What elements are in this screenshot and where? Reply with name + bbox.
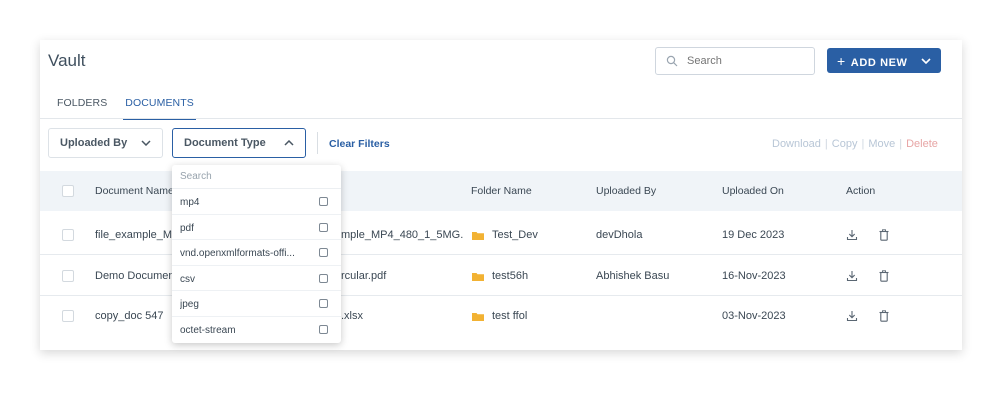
document-name-cell-tail: .xlsx: [341, 310, 363, 322]
dropdown-option-label: octet-stream: [180, 325, 236, 336]
add-new-label: ADD NEW: [850, 56, 908, 69]
column-uploaded-by: Uploaded By: [596, 185, 657, 197]
tab-bar: FOLDERS DOCUMENTS: [57, 95, 212, 120]
uploaded-on-cell: 19 Dec 2023: [722, 229, 785, 241]
trash-icon[interactable]: [878, 310, 890, 322]
dropdown-search-input[interactable]: Search: [172, 165, 341, 189]
folder-name-cell[interactable]: Test_Dev: [492, 229, 538, 241]
tabs-divider: [40, 118, 962, 119]
uploaded-by-cell: devDhola: [596, 229, 643, 241]
chevron-down-icon: [141, 140, 151, 146]
dropdown-option-label: mp4: [180, 197, 200, 208]
panel-top-fade: [40, 40, 962, 54]
tab-folders[interactable]: FOLDERS: [57, 95, 107, 120]
column-document-name: Document Name: [95, 185, 174, 197]
dropdown-option-csv[interactable]: csv: [172, 266, 341, 292]
document-type-dropdown: Search mp4 pdf vnd.openxmlformats-offi..…: [172, 165, 341, 343]
dropdown-option-checkbox[interactable]: [319, 325, 328, 334]
trash-icon[interactable]: [878, 270, 890, 282]
column-uploaded-on: Uploaded On: [722, 185, 784, 197]
dropdown-option-checkbox[interactable]: [319, 197, 328, 206]
dropdown-option-label: vnd.openxmlformats-offi...: [180, 248, 295, 260]
document-type-filter[interactable]: Document Type: [172, 128, 306, 158]
document-type-filter-label: Document Type: [184, 137, 266, 149]
dropdown-option-label: jpeg: [180, 299, 199, 311]
action-separator: |: [824, 138, 828, 150]
row-checkbox[interactable]: [62, 310, 74, 322]
uploaded-by-filter[interactable]: Uploaded By: [48, 128, 163, 158]
bulk-actions: Download | Copy | Move | Delete: [770, 138, 940, 150]
dropdown-option-checkbox[interactable]: [319, 299, 328, 309]
folder-icon: [472, 232, 484, 240]
dropdown-option-label: csv: [180, 273, 195, 285]
download-icon[interactable]: [846, 310, 858, 322]
document-name-cell-tail: rcular.pdf: [341, 270, 387, 282]
dropdown-option-checkbox[interactable]: [319, 248, 328, 258]
search-input[interactable]: [687, 55, 802, 67]
folder-name-cell[interactable]: test ffol: [492, 310, 527, 322]
chevron-down-icon: [921, 57, 931, 64]
dropdown-option-octet-stream[interactable]: octet-stream: [172, 317, 341, 343]
dropdown-option-mp4[interactable]: mp4: [172, 189, 341, 215]
document-name-cell-tail: mple_MP4_480_1_5MG.: [341, 229, 464, 241]
document-name-cell[interactable]: Demo Documen: [95, 270, 174, 282]
uploaded-on-cell: 16-Nov-2023: [722, 270, 786, 282]
row-checkbox[interactable]: [62, 229, 74, 241]
dropdown-option-checkbox[interactable]: [319, 273, 328, 283]
action-separator: |: [899, 138, 903, 150]
chevron-up-icon: [284, 140, 294, 146]
uploaded-by-filter-label: Uploaded By: [60, 137, 128, 149]
column-folder-name: Folder Name: [471, 185, 532, 197]
filter-divider: [317, 132, 318, 154]
trash-icon[interactable]: [878, 229, 890, 241]
uploaded-on-cell: 03-Nov-2023: [722, 310, 786, 322]
dropdown-option-jpeg[interactable]: jpeg: [172, 291, 341, 317]
dropdown-option-pdf[interactable]: pdf: [172, 215, 341, 241]
folder-icon: [472, 313, 484, 321]
folder-name-cell[interactable]: test56h: [492, 270, 528, 282]
document-name-cell[interactable]: copy_doc 547: [95, 310, 164, 322]
tab-documents[interactable]: DOCUMENTS: [123, 95, 196, 120]
uploaded-by-cell: Abhishek Basu: [596, 270, 670, 282]
dropdown-option-label: pdf: [180, 222, 194, 234]
page-title: Vault: [48, 51, 86, 70]
clear-filters-link[interactable]: Clear Filters: [329, 138, 390, 150]
action-separator: |: [861, 138, 865, 150]
move-action[interactable]: Move: [866, 138, 897, 150]
copy-action[interactable]: Copy: [830, 138, 860, 150]
document-name-cell[interactable]: file_example_MI: [95, 229, 175, 241]
download-icon[interactable]: [846, 270, 858, 282]
add-new-content: + ADD NEW: [837, 53, 908, 69]
download-icon[interactable]: [846, 229, 858, 241]
folder-icon: [472, 273, 484, 281]
search-icon: [666, 55, 678, 67]
dropdown-option-checkbox[interactable]: [319, 222, 328, 232]
delete-action[interactable]: Delete: [904, 138, 940, 150]
add-new-button[interactable]: + ADD NEW: [827, 48, 941, 73]
download-action[interactable]: Download: [770, 138, 823, 150]
search-box[interactable]: [655, 47, 815, 75]
select-all-checkbox[interactable]: [62, 185, 74, 197]
plus-icon: +: [837, 52, 846, 69]
dropdown-option-openxml[interactable]: vnd.openxmlformats-offi...: [172, 240, 341, 266]
row-checkbox[interactable]: [62, 270, 74, 282]
column-action: Action: [846, 185, 876, 197]
